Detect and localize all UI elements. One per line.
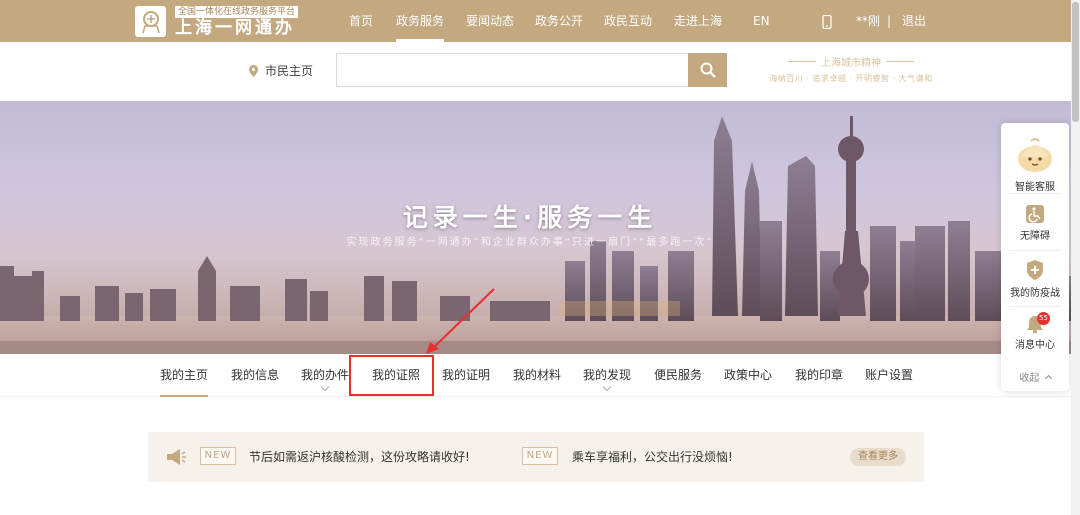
tab-my-seals[interactable]: 我的印章 [795, 354, 843, 397]
tab-label: 便民服务 [654, 368, 703, 382]
scrollbar-thumb[interactable] [1072, 2, 1079, 122]
tab-convenience-services[interactable]: 便民服务 [654, 354, 702, 397]
notice-item[interactable]: 节后如需返沪核酸检测，这份攻略请收好! [249, 448, 470, 465]
side-item-label: 无障碍 [1020, 231, 1050, 242]
logo-title: 上海一网通办 [175, 17, 295, 38]
message-center-button[interactable]: 55 消息中心 [1001, 312, 1069, 351]
location-selector[interactable]: 市民主页 [249, 62, 313, 79]
tab-my-discoveries[interactable]: 我的发现 [583, 354, 631, 397]
tab-label: 账户设置 [865, 368, 914, 382]
new-badge: NEW [522, 447, 558, 465]
nav-home[interactable]: 首页 [349, 0, 373, 42]
header-separator: | [887, 14, 892, 28]
nav-english[interactable]: EN [753, 0, 770, 42]
accessibility-icon [1026, 205, 1044, 223]
logo-emblem-icon [135, 6, 166, 37]
logout-link[interactable]: 退出 [902, 0, 926, 42]
accessibility-button[interactable]: 无障碍 [1001, 204, 1069, 242]
tab-my-info[interactable]: 我的信息 [231, 354, 279, 397]
side-item-label: 智能客服 [1015, 182, 1055, 193]
top-bar: 全国一体化在线政务服务平台 上海一网通办 首页 政务服务 要闻动态 政务公开 政… [0, 0, 1080, 42]
tab-label: 我的证明 [442, 368, 491, 382]
message-count-badge: 55 [1037, 312, 1050, 325]
collapse-label: 收起 [1019, 373, 1040, 384]
site-logo[interactable]: 全国一体化在线政务服务平台 上海一网通办 [135, 5, 299, 38]
nav-about-shanghai[interactable]: 走进上海 [674, 0, 722, 42]
tab-label: 我的印章 [795, 368, 844, 382]
city-spirit-subtitle: 海纳百川 · 追求卓越 · 开明睿智 · 大气谦和 [769, 74, 933, 83]
side-item-label: 我的防疫战 [1010, 288, 1060, 299]
tab-label: 政策中心 [724, 368, 773, 382]
search-icon [700, 62, 716, 78]
search-row: 市民主页 上海城市精神 海纳百川 · 追求卓越 · 开明睿智 · 大气谦和 [0, 42, 1080, 101]
tab-my-home[interactable]: 我的主页 [160, 354, 209, 397]
location-pin-icon [249, 64, 258, 77]
page-scrollbar[interactable] [1071, 0, 1080, 515]
view-more-button[interactable]: 查看更多 [850, 448, 906, 466]
search-button[interactable] [688, 53, 727, 87]
annotation-arrow-icon [426, 288, 495, 354]
tab-label: 我的信息 [231, 368, 280, 382]
city-spirit: 上海城市精神 海纳百川 · 追求卓越 · 开明睿智 · 大气谦和 [766, 54, 936, 84]
nav-interaction[interactable]: 政民互动 [604, 0, 652, 42]
highlight-box [349, 355, 434, 396]
chevron-down-icon [320, 382, 330, 392]
location-label: 市民主页 [265, 64, 314, 78]
city-spirit-title: 上海城市精神 [766, 54, 936, 69]
nav-government-disclosure[interactable]: 政务公开 [535, 0, 583, 42]
personal-tabs: 我的主页 我的信息 我的办件 我的证照 我的证明 我的材料 我的发现 便民服务 … [0, 354, 1080, 397]
bun-mascot-icon [1018, 138, 1052, 172]
tab-label: 我的发现 [583, 368, 632, 382]
notice-item[interactable]: 乘车享福利，公交出行没烦恼! [572, 448, 733, 465]
chevron-up-icon [1044, 374, 1052, 382]
search-input[interactable] [336, 53, 688, 87]
nav-news[interactable]: 要闻动态 [466, 0, 514, 42]
collapse-button[interactable]: 收起 [1001, 369, 1069, 384]
shield-plus-icon [1027, 260, 1043, 280]
tab-my-certificates[interactable]: 我的证明 [442, 354, 490, 397]
logo-subtitle: 全国一体化在线政务服务平台 [175, 5, 299, 18]
user-name[interactable]: **刚 [856, 0, 880, 42]
megaphone-icon [167, 449, 186, 465]
tab-label: 我的办件 [301, 368, 350, 382]
tab-my-cases[interactable]: 我的办件 [301, 354, 349, 397]
notice-bar: NEW 节后如需返沪核酸检测，这份攻略请收好! NEW 乘车享福利，公交出行没烦… [148, 432, 924, 482]
epidemic-button[interactable]: 我的防疫战 [1001, 259, 1069, 299]
tab-my-materials[interactable]: 我的材料 [513, 354, 561, 397]
mobile-icon[interactable] [822, 0, 832, 42]
tab-label: 我的材料 [513, 368, 562, 382]
hero-banner: 记录一生·服务一生 实现政务服务“一网通办”和企业群众办事“只进一扇门”“最多跑… [0, 101, 1080, 354]
tab-policy-center[interactable]: 政策中心 [724, 354, 772, 397]
tab-account-settings[interactable]: 账户设置 [865, 354, 913, 397]
tab-label: 我的主页 [160, 368, 209, 382]
smart-service-button[interactable]: 智能客服 [1001, 131, 1069, 193]
chevron-down-icon [602, 382, 612, 392]
new-badge: NEW [200, 447, 236, 465]
floating-side-panel: 智能客服 无障碍 我的防疫战 55 消息中心 收起 [1001, 123, 1069, 391]
nav-government-services[interactable]: 政务服务 [396, 0, 445, 42]
side-item-label: 消息中心 [1015, 340, 1055, 351]
